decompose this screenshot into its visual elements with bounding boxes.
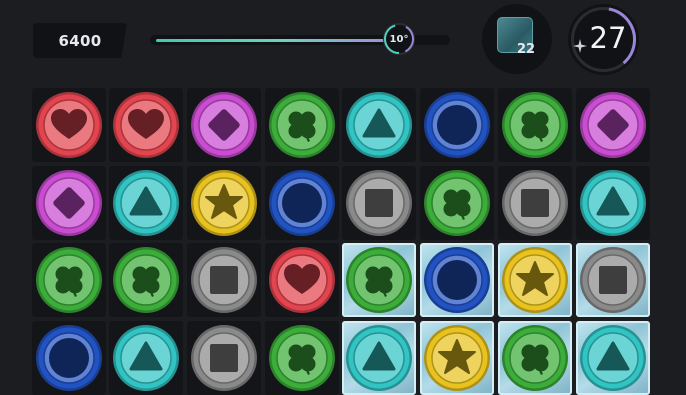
green-clover-gem[interactable] — [112, 246, 180, 314]
yellow-star-gem[interactable] — [190, 169, 258, 237]
green-clover-gem[interactable] — [501, 91, 569, 159]
gray-square-gem[interactable] — [345, 169, 413, 237]
cyan-triangle-gem[interactable] — [579, 324, 647, 392]
board-cell[interactable] — [109, 321, 183, 395]
board-cell[interactable] — [576, 88, 650, 162]
gray-square-gem[interactable] — [579, 246, 647, 314]
board-cell[interactable] — [32, 321, 106, 395]
board-cell[interactable] — [342, 166, 416, 240]
board-cell[interactable] — [342, 243, 416, 317]
board-cell[interactable] — [32, 243, 106, 317]
yellow-star-gem[interactable] — [423, 324, 491, 392]
green-clover-gem[interactable] — [268, 91, 336, 159]
magenta-diamond-gem[interactable] — [35, 169, 103, 237]
green-clover-gem[interactable] — [501, 324, 569, 392]
board-cell[interactable] — [109, 166, 183, 240]
cyan-triangle-gem[interactable] — [112, 169, 180, 237]
green-clover-gem[interactable] — [345, 246, 413, 314]
cyan-triangle-gem[interactable] — [345, 324, 413, 392]
board-cell[interactable] — [187, 166, 261, 240]
board-cell[interactable] — [342, 88, 416, 162]
magenta-diamond-gem[interactable] — [579, 91, 647, 159]
board-cell[interactable] — [498, 88, 572, 162]
game-board — [0, 0, 686, 395]
red-heart-gem[interactable] — [268, 246, 336, 314]
board-cell[interactable] — [187, 243, 261, 317]
board-cell[interactable] — [576, 243, 650, 317]
gray-square-gem[interactable] — [501, 169, 569, 237]
board-cell[interactable] — [498, 166, 572, 240]
board-cell[interactable] — [187, 88, 261, 162]
cyan-triangle-gem[interactable] — [112, 324, 180, 392]
blue-circle-gem[interactable] — [423, 91, 491, 159]
board-cell[interactable] — [265, 88, 339, 162]
green-clover-gem[interactable] — [35, 246, 103, 314]
board-cell[interactable] — [109, 88, 183, 162]
blue-circle-gem[interactable] — [268, 169, 336, 237]
green-clover-gem[interactable] — [268, 324, 336, 392]
blue-circle-gem[interactable] — [35, 324, 103, 392]
green-clover-gem[interactable] — [423, 169, 491, 237]
magenta-diamond-gem[interactable] — [190, 91, 258, 159]
board-cell[interactable] — [342, 321, 416, 395]
board-cell[interactable] — [420, 166, 494, 240]
cyan-triangle-gem[interactable] — [345, 91, 413, 159]
gray-square-gem[interactable] — [190, 324, 258, 392]
board-cell[interactable] — [420, 88, 494, 162]
board-cell[interactable] — [32, 88, 106, 162]
board-cell[interactable] — [187, 321, 261, 395]
board-cell[interactable] — [109, 243, 183, 317]
board-cell[interactable] — [420, 321, 494, 395]
gray-square-gem[interactable] — [190, 246, 258, 314]
board-cell[interactable] — [32, 166, 106, 240]
blue-circle-gem[interactable] — [423, 246, 491, 314]
board-cell[interactable] — [265, 166, 339, 240]
cyan-triangle-gem[interactable] — [579, 169, 647, 237]
board-cell[interactable] — [576, 166, 650, 240]
board-cell[interactable] — [420, 243, 494, 317]
board-cell[interactable] — [498, 321, 572, 395]
board-cell[interactable] — [265, 321, 339, 395]
board-cell[interactable] — [576, 321, 650, 395]
board-cell[interactable] — [265, 243, 339, 317]
red-heart-gem[interactable] — [35, 91, 103, 159]
yellow-star-gem[interactable] — [501, 246, 569, 314]
board-cell[interactable] — [498, 243, 572, 317]
red-heart-gem[interactable] — [112, 91, 180, 159]
